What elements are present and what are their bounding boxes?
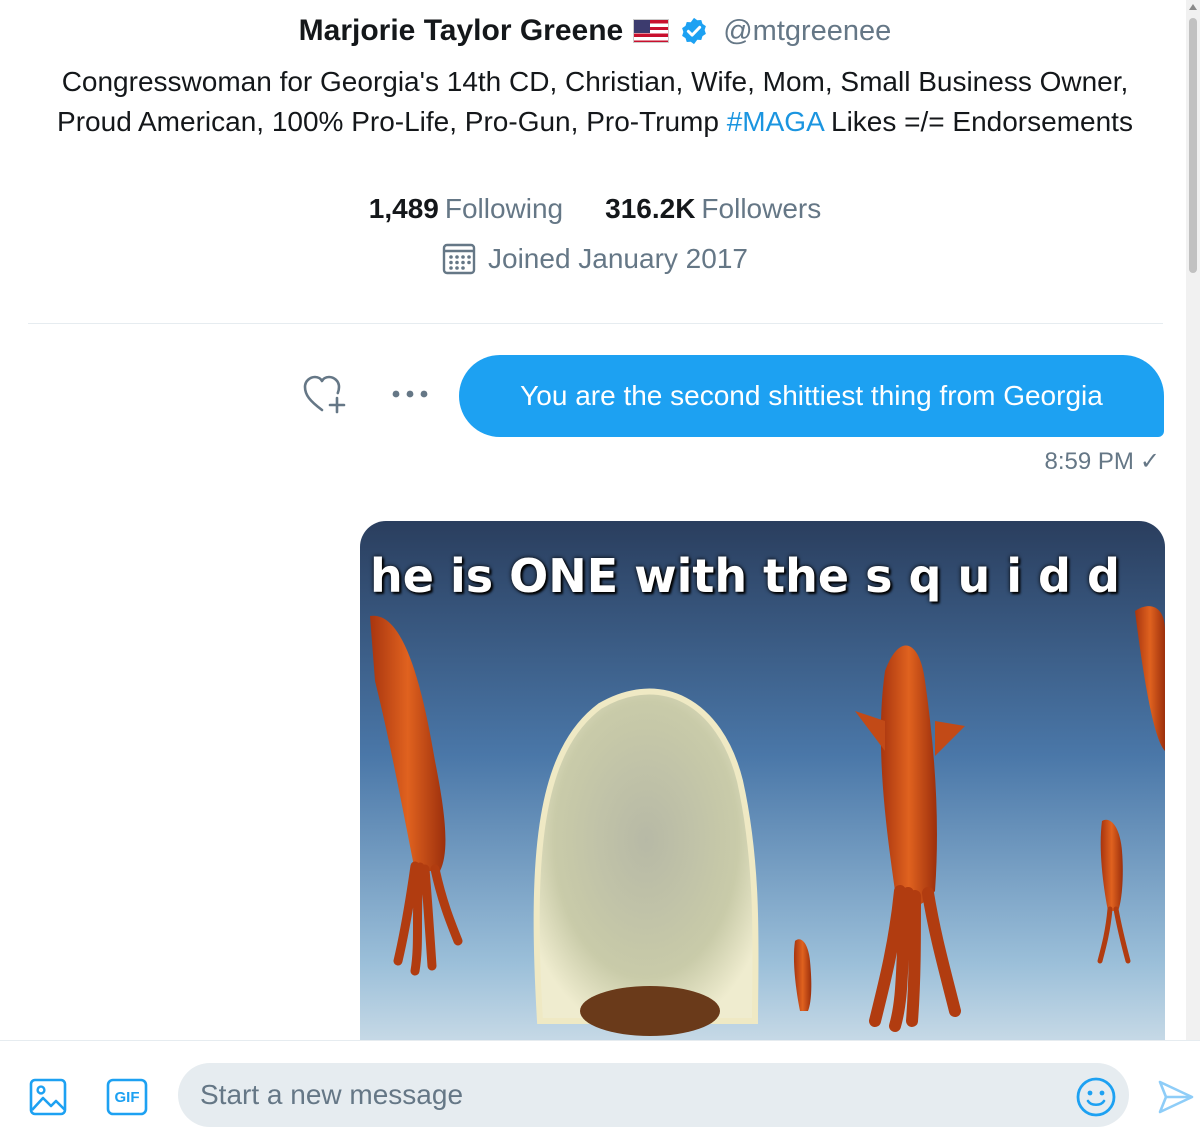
add-gif-button[interactable]: GIF xyxy=(106,1077,148,1117)
read-check-icon: ✓ xyxy=(1139,448,1160,475)
scroll-up-arrow[interactable] xyxy=(1189,4,1197,10)
verified-icon xyxy=(682,17,707,45)
more-icon[interactable] xyxy=(390,388,430,400)
heart-plus-icon[interactable] xyxy=(300,372,350,416)
message-input[interactable] xyxy=(200,1079,1060,1111)
followers-label: Followers xyxy=(701,193,822,224)
following-stat[interactable]: 1,489 Following xyxy=(369,193,563,225)
dm-conversation: Marjorie Taylor Greene @mtgreenee Congre… xyxy=(0,0,1200,1148)
profile-handle[interactable]: @mtgreenee xyxy=(723,15,891,48)
profile-bio: Congresswoman for Georgia's 14th CD, Chr… xyxy=(40,62,1150,142)
add-photo-button[interactable] xyxy=(28,1077,68,1117)
following-count: 1,489 xyxy=(368,193,439,224)
message-composer: GIF xyxy=(0,1040,1200,1148)
followers-stat[interactable]: 316.2K Followers xyxy=(605,193,821,225)
message-bubble[interactable]: You are the second shittiest thing from … xyxy=(459,355,1164,437)
message-time: 8:59 PM xyxy=(1044,447,1134,475)
send-button[interactable] xyxy=(1156,1075,1196,1119)
following-label: Following xyxy=(444,193,564,224)
profile-stats: 1,489 Following 316.2K Followers xyxy=(0,193,1190,225)
calendar-icon xyxy=(442,243,476,275)
flag-us-icon xyxy=(633,19,670,43)
bio-hashtag-link[interactable]: #MAGA xyxy=(727,106,823,137)
message-actions xyxy=(300,372,430,416)
scroll-thumb[interactable] xyxy=(1189,18,1197,273)
emoji-icon xyxy=(1076,1077,1116,1117)
emoji-button[interactable] xyxy=(1074,1075,1118,1119)
image-icon xyxy=(29,1078,67,1116)
followers-count: 316.2K xyxy=(605,193,696,224)
joined-text: Joined January 2017 xyxy=(488,243,748,274)
gif-label: GIF xyxy=(114,1088,140,1106)
send-icon xyxy=(1158,1080,1194,1114)
message-timestamp: 8:59 PM ✓ xyxy=(1045,447,1161,476)
joined-date: Joined January 2017 xyxy=(0,243,1190,275)
media-message[interactable]: he is ONE with the s q u i d d xyxy=(360,521,1165,1041)
profile-name[interactable]: Marjorie Taylor Greene xyxy=(299,14,624,48)
scrollbar[interactable] xyxy=(1186,0,1200,1040)
divider xyxy=(28,323,1163,324)
meme-caption: he is ONE with the s q u i d d xyxy=(370,549,1120,603)
name-row: Marjorie Taylor Greene @mtgreenee xyxy=(0,10,1190,52)
message-input-container xyxy=(178,1063,1129,1127)
bio-text-end: Likes =/= Endorsements xyxy=(823,106,1133,137)
